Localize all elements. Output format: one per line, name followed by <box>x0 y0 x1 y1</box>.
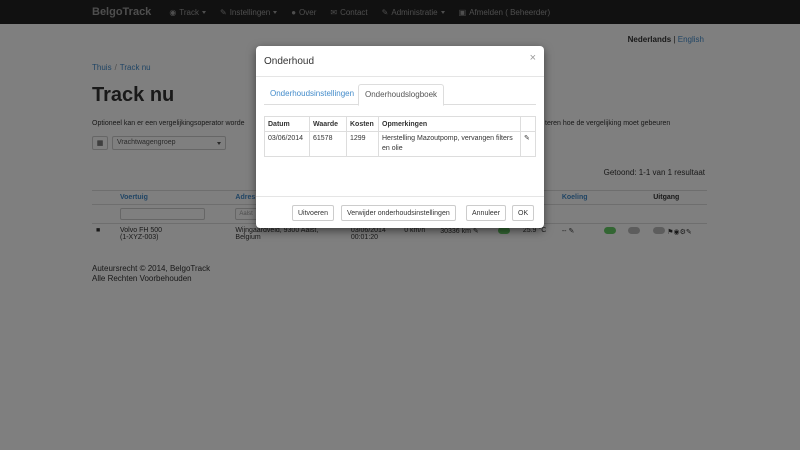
maintenance-modal: Onderhoud × Onderhoudsinstellingen Onder… <box>256 46 544 228</box>
modal-header: Onderhoud × <box>256 46 544 77</box>
log-header-datum: Datum <box>264 116 310 132</box>
tab-onderhoudsinstellingen[interactable]: Onderhoudsinstellingen <box>264 84 360 103</box>
remove-settings-button[interactable]: Verwijder onderhoudsinstellingen <box>341 205 456 221</box>
tab-onderhoudslogboek[interactable]: Onderhoudslogboek <box>358 84 445 106</box>
log-header-waarde: Waarde <box>309 116 347 132</box>
execute-button[interactable]: Uitvoeren <box>292 205 334 221</box>
wrench-icon[interactable]: ✎ <box>524 135 530 142</box>
modal-footer: Uitvoeren Verwijder onderhoudsinstelling… <box>256 196 544 229</box>
maintenance-log-table: Datum Waarde Kosten Opmerkingen 03/06/20… <box>264 116 536 157</box>
modal-title: Onderhoud <box>264 56 315 67</box>
table-row: 03/06/2014 61578 1299 Herstelling Mazout… <box>264 131 536 157</box>
log-header-kosten: Kosten <box>346 116 379 132</box>
cancel-button[interactable]: Annuleer <box>466 205 507 221</box>
close-icon[interactable]: × <box>530 52 536 64</box>
log-header-opmerkingen: Opmerkingen <box>378 116 521 132</box>
ok-button[interactable]: OK <box>512 205 535 221</box>
modal-tabs: Onderhoudsinstellingen Onderhoudslogboek <box>264 84 536 106</box>
